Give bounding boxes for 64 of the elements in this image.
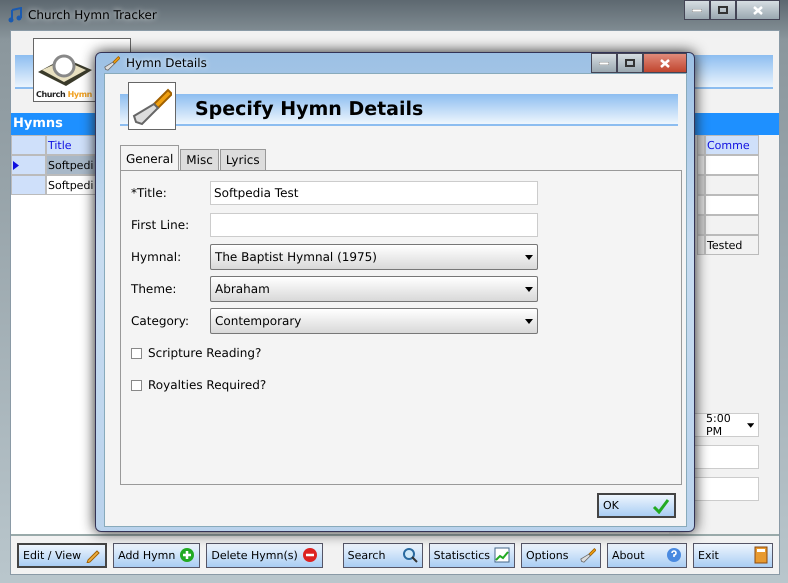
toolbar-button[interactable]: Search bbox=[342, 542, 423, 568]
checkbox[interactable] bbox=[131, 380, 142, 390]
add-icon bbox=[179, 547, 196, 563]
logo-text: Church Hymn bbox=[36, 90, 92, 99]
table-cell[interactable]: Tested bbox=[705, 235, 759, 255]
close-button[interactable] bbox=[736, 0, 780, 20]
toolbar-button[interactable]: Add Hymn bbox=[113, 542, 200, 568]
input-field[interactable] bbox=[210, 213, 538, 237]
toolbar-button[interactable]: Statisctics bbox=[428, 542, 515, 568]
chart-icon bbox=[494, 547, 510, 563]
minimize-icon bbox=[599, 62, 609, 64]
window-title: Church Hymn Tracker bbox=[28, 8, 157, 22]
field-label: Theme: bbox=[131, 282, 178, 296]
music-note-icon bbox=[8, 7, 22, 23]
row-header[interactable] bbox=[11, 155, 46, 175]
close-button[interactable] bbox=[643, 53, 687, 73]
minimize-button[interactable] bbox=[591, 53, 617, 73]
maximize-icon bbox=[718, 6, 728, 14]
table-cell bbox=[705, 215, 759, 235]
field-label: First Line: bbox=[131, 218, 190, 232]
screwdriver-icon bbox=[104, 55, 120, 71]
dropdown[interactable]: Contemporary bbox=[210, 308, 538, 334]
close-icon bbox=[753, 6, 763, 14]
table-cell bbox=[705, 195, 759, 215]
field-label: *Title: bbox=[131, 186, 168, 200]
help-icon bbox=[666, 547, 682, 563]
tab[interactable]: Misc bbox=[180, 149, 219, 171]
dropdown-caret-icon bbox=[525, 318, 533, 324]
toolbar-button[interactable]: Edit / View bbox=[17, 542, 108, 568]
tab[interactable]: General bbox=[120, 145, 180, 171]
table-cell bbox=[705, 155, 759, 175]
dropdown[interactable]: Abraham bbox=[210, 276, 538, 302]
checkmark-icon bbox=[652, 498, 670, 514]
current-row-icon bbox=[13, 160, 19, 170]
dialog-title: Hymn Details bbox=[126, 56, 207, 70]
door-icon bbox=[754, 546, 768, 564]
column-header[interactable]: Comme bbox=[705, 135, 759, 155]
dropdown[interactable]: The Baptist Hymnal (1975) bbox=[210, 244, 538, 270]
maximize-button[interactable] bbox=[617, 53, 643, 73]
field-label: Hymnal: bbox=[131, 250, 182, 264]
field-label: Category: bbox=[131, 314, 190, 328]
input-field[interactable]: Softpedia Test bbox=[210, 181, 538, 205]
ok-button[interactable]: OK bbox=[597, 493, 676, 518]
table-cell bbox=[705, 175, 759, 195]
maximize-icon bbox=[625, 59, 635, 67]
tab[interactable]: Lyrics bbox=[220, 149, 266, 171]
toolbar-button[interactable]: Exit bbox=[693, 542, 773, 568]
toolbar-button[interactable]: About bbox=[607, 542, 687, 568]
dropdown-caret-icon bbox=[525, 286, 533, 292]
dropdown-caret-icon bbox=[746, 422, 754, 428]
minimize-button[interactable] bbox=[684, 0, 710, 20]
dropdown-caret-icon bbox=[525, 254, 533, 260]
checkbox-label[interactable]: Scripture Reading? bbox=[131, 341, 681, 365]
checkbox-label[interactable]: Royalties Required? bbox=[131, 373, 681, 397]
remove-icon bbox=[302, 547, 318, 563]
row-header bbox=[11, 135, 46, 155]
maximize-button[interactable] bbox=[710, 0, 736, 20]
minimize-icon bbox=[692, 8, 702, 12]
toolbar-button[interactable]: Delete Hymn(s) bbox=[206, 542, 323, 568]
screwdriver-icon bbox=[580, 547, 596, 563]
toolbar-button[interactable]: Options bbox=[521, 542, 601, 568]
search-icon bbox=[402, 547, 418, 563]
close-icon bbox=[660, 58, 670, 68]
checkbox[interactable] bbox=[131, 348, 142, 358]
